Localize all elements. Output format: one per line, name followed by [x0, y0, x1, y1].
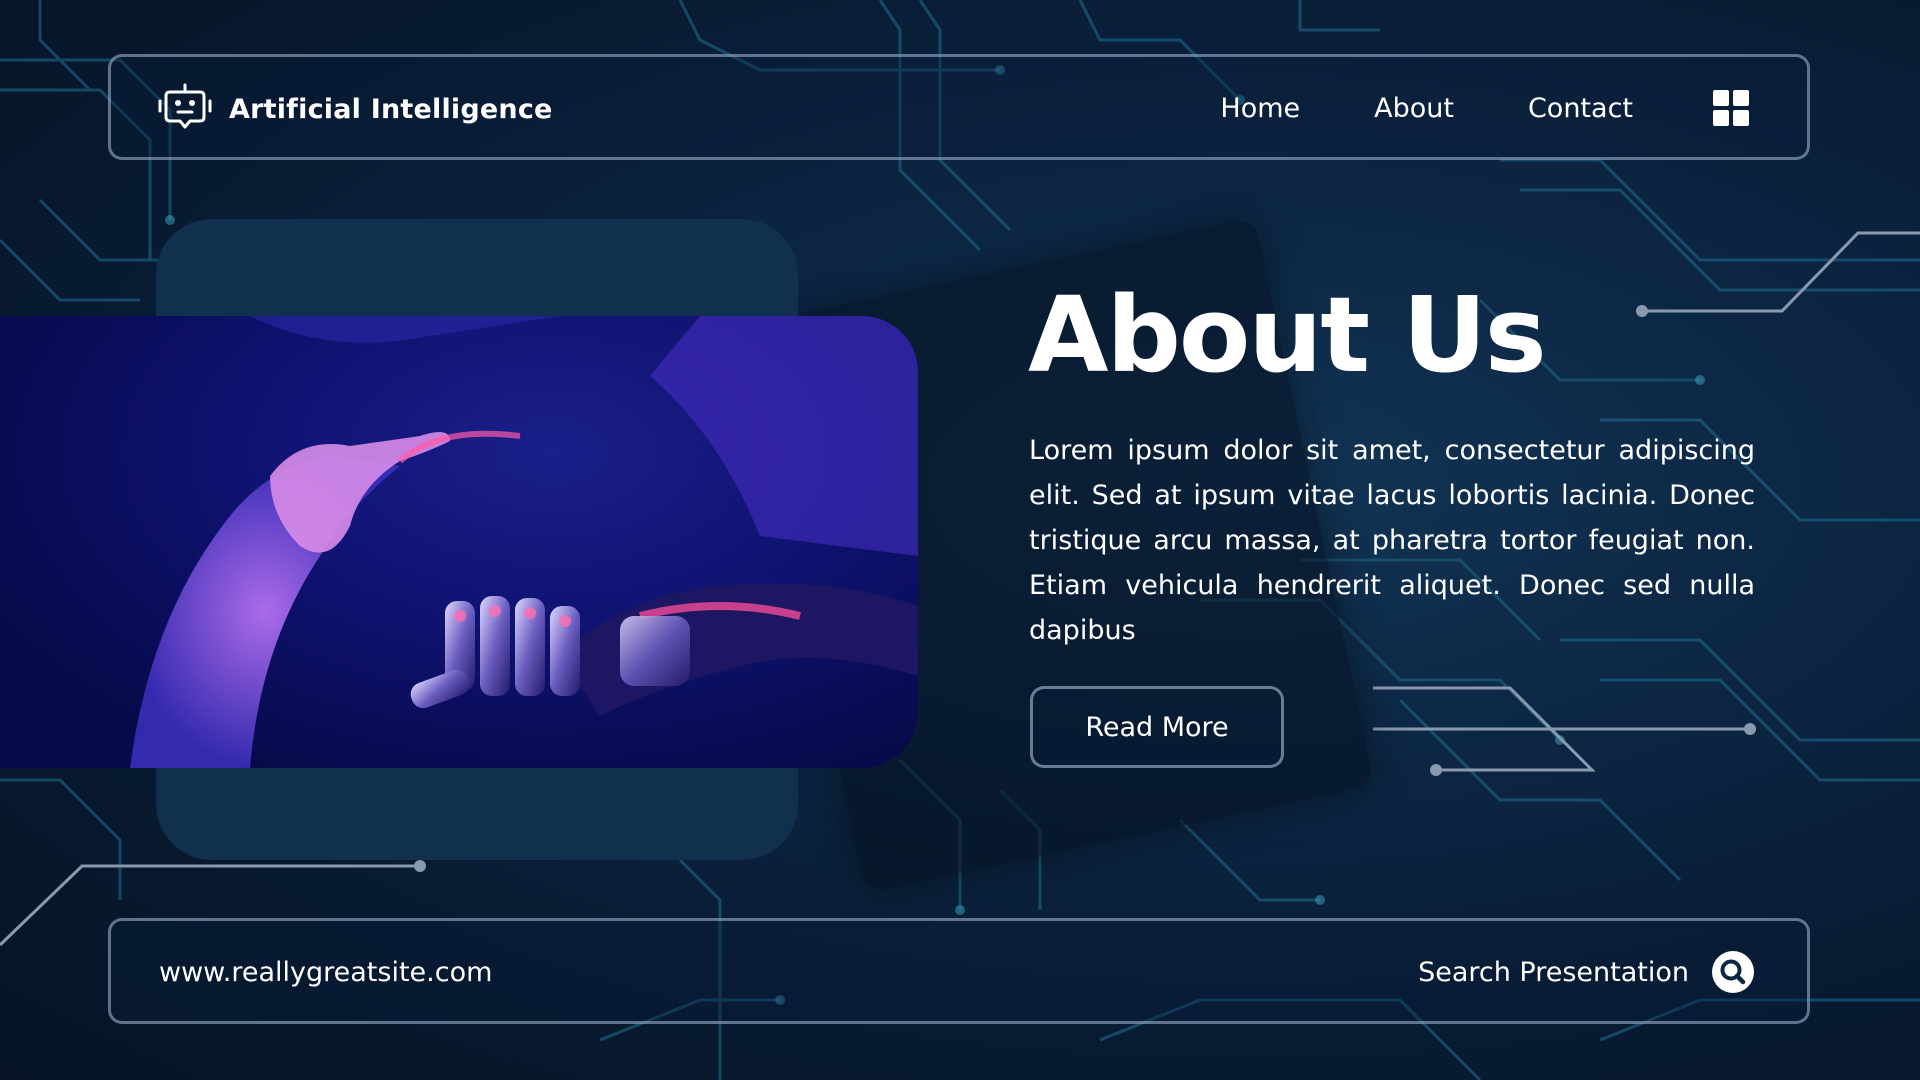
website-link[interactable]: www.reallygreatsite.com	[159, 953, 492, 993]
search-label: Search Presentation	[1418, 956, 1689, 988]
brand-name: Artificial Intelligence	[229, 93, 553, 125]
robot-chat-icon	[158, 83, 212, 129]
main-nav: Home About Contact	[1146, 89, 1633, 129]
nav-contact[interactable]: Contact	[1528, 89, 1633, 129]
nav-home[interactable]: Home	[1220, 89, 1300, 129]
grid-icon-square	[1713, 110, 1729, 126]
read-more-button[interactable]: Read More	[1030, 686, 1284, 768]
grid-icon-square	[1733, 90, 1749, 106]
grid-icon-square	[1733, 110, 1749, 126]
robotic-hand-photo	[0, 316, 918, 768]
grid-icon-square	[1713, 90, 1729, 106]
brand[interactable]: Artificial Intelligence	[157, 81, 553, 137]
search-icon	[1712, 951, 1754, 993]
nav-about[interactable]: About	[1374, 89, 1454, 129]
page-title: About Us	[1028, 274, 1547, 396]
robotic-hand-illustration	[130, 316, 918, 768]
search-presentation[interactable]: Search Presentation	[1418, 948, 1755, 996]
top-nav-bar: Artificial Intelligence Home About Conta…	[108, 54, 1810, 160]
about-description: Lorem ipsum dolor sit amet, consectetur …	[1029, 435, 1755, 646]
grid-icon[interactable]	[1713, 90, 1749, 126]
bottom-bar: www.reallygreatsite.com Search Presentat…	[108, 918, 1810, 1024]
